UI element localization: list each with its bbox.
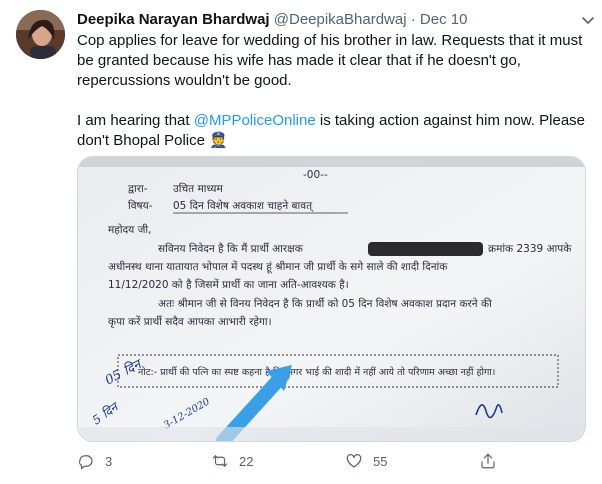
doc-to-value: उचित माध्यम (173, 182, 223, 195)
doc-para1-line: अधीनस्थ थाना यातायात भोपाल में पदस्थ हूं… (108, 260, 448, 274)
share-button[interactable] (479, 450, 507, 472)
tweet-text-line: be granted because his wife has made it … (77, 52, 521, 69)
tweet-text: Cop applies for leave for wedding of his… (77, 31, 587, 151)
tweet-text-segment: I am hearing that (77, 112, 194, 129)
like-button[interactable]: 55 (345, 450, 387, 472)
separator: · (410, 11, 416, 28)
doc-to-label: द्वारा- (128, 183, 148, 195)
author-name[interactable]: Deepika Narayan Bhardwaj (77, 11, 270, 28)
tweet-text-line: I am hearing that @MPPoliceOnline is tak… (77, 111, 587, 131)
retweet-count: 22 (239, 453, 254, 469)
tweet-text-line: Cop applies for leave for wedding of his… (77, 32, 583, 49)
redaction-box (368, 242, 483, 256)
mention-link[interactable]: @MPPoliceOnline (194, 112, 316, 129)
tweet-date[interactable]: Dec 10 (420, 11, 468, 28)
reply-icon (78, 455, 93, 470)
tweet-text-segment: is taking action against him now. Please (315, 112, 586, 129)
reply-button[interactable]: 3 (77, 450, 112, 472)
doc-note: नोट:- प्रार्थी की पत्नि का स्पष्ट कहना ह… (138, 366, 495, 378)
doc-header: -00-- (303, 169, 328, 181)
doc-para1-line: सविनय निवेदन है कि मैं प्रार्थी आरक्षक (158, 242, 304, 255)
tweet-text-line: repercussions wouldn't be good. (77, 72, 292, 89)
tweet-photo[interactable]: -00-- द्वारा- उचित माध्यम विषय- 05 दिन व… (77, 156, 586, 442)
tweet-text-line: don't Bhopal Police 👮 (77, 132, 228, 149)
like-count: 55 (373, 453, 388, 469)
tweet[interactable]: Deepika Narayan Bhardwaj @DeepikaBhardwa… (0, 0, 602, 484)
author-handle[interactable]: @DeepikaBhardwaj (274, 11, 407, 28)
doc-para2-line: कृपा करें प्रार्थी सदैव आपका आभारी रहेगा… (108, 315, 272, 328)
tweet-actions: 3 22 55 (77, 450, 522, 472)
doc-para1-line-end: क्रमांक 2339 आपके (488, 242, 572, 255)
document-photo: -00-- द्वारा- उचित माध्यम विषय- 05 दिन व… (78, 157, 585, 441)
share-icon (481, 453, 495, 469)
doc-subject-label: विषय- (128, 199, 153, 212)
doc-para1-line: 11/12/2020 को है जिसमें प्रार्थी का जाना… (108, 278, 349, 291)
doc-para2-line: अतः श्रीमान जी से विनय निवेदन है कि प्रा… (158, 297, 492, 310)
retweet-icon (212, 455, 228, 467)
doc-salutation: महोदय जी, (108, 223, 151, 236)
avatar-image (16, 10, 65, 59)
more-icon[interactable] (580, 12, 596, 28)
like-icon (346, 454, 362, 468)
doc-subject-value: 05 दिन विशेष अवकाश चाहने बावत् (173, 199, 314, 212)
avatar[interactable] (16, 10, 65, 59)
retweet-button[interactable]: 22 (211, 450, 253, 472)
tweet-header: Deepika Narayan Bhardwaj @DeepikaBhardwa… (77, 10, 590, 30)
reply-count: 3 (105, 453, 113, 469)
